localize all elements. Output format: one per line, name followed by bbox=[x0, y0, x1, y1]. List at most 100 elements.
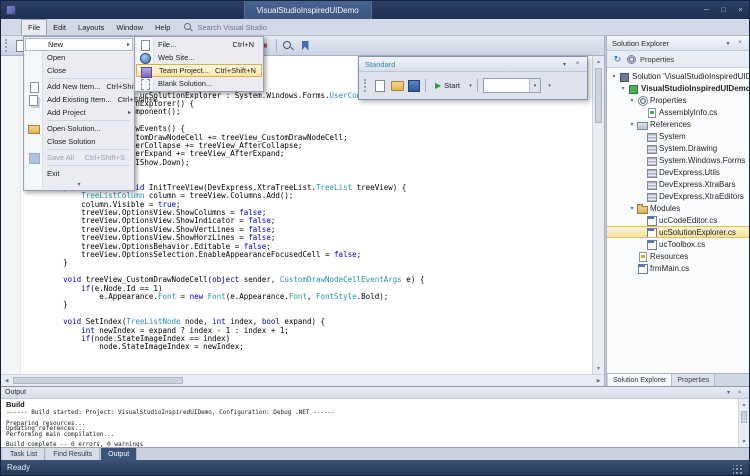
close-button[interactable]: × bbox=[732, 1, 749, 19]
properties-gear-icon[interactable] bbox=[627, 55, 636, 64]
output-close-icon[interactable]: × bbox=[734, 390, 745, 396]
tree-item-frmmain-cs[interactable]: frmMain.cs bbox=[607, 262, 749, 274]
editor-vertical-scrollbar[interactable]: ▲ ▼ bbox=[592, 56, 604, 374]
tree-item-label: System.Windows.Forms bbox=[659, 156, 745, 165]
file-menu-item-close-solution[interactable]: Close Solution bbox=[25, 135, 133, 148]
new-submenu-item-file[interactable]: File...Ctrl+N bbox=[136, 38, 262, 51]
bottom-tab-output[interactable]: Output bbox=[101, 448, 137, 460]
app-icon[interactable] bbox=[6, 5, 16, 15]
scroll-track[interactable] bbox=[593, 124, 604, 363]
properties-toolbar-label[interactable]: Properties bbox=[640, 55, 674, 64]
tree-item-visualstudioinspireduidemo[interactable]: ▾ VisualStudioInspiredUIDemo bbox=[607, 82, 749, 94]
vertical-scroll-thumb[interactable] bbox=[741, 411, 747, 423]
tree-item-devexpress-xtraeditors[interactable]: DevExpress.XtraEditors bbox=[607, 190, 749, 202]
code-line[interactable]: e.Appearance.Font = new Font(e.Appearanc… bbox=[27, 293, 592, 301]
tree-item-devexpress-xtrabars[interactable]: DevExpress.XtraBars bbox=[607, 178, 749, 190]
new-submenu-item-blank-solution[interactable]: Blank Solution... bbox=[136, 77, 262, 90]
form-file-icon bbox=[646, 228, 656, 237]
panel-close-icon[interactable]: × bbox=[734, 38, 746, 49]
scroll-left-icon[interactable]: ◀ bbox=[1, 375, 12, 386]
file-menu-item-open-solution[interactable]: Open Solution... bbox=[25, 122, 133, 135]
menubar-item-edit[interactable]: Edit bbox=[47, 19, 72, 35]
find-icon[interactable] bbox=[280, 38, 296, 54]
new-submenu-item-web-site[interactable]: Web Site... bbox=[136, 51, 262, 64]
tree-item-references[interactable]: ▾References bbox=[607, 118, 749, 130]
tree-item-uccodeeditor-cs[interactable]: ucCodeEditor.cs bbox=[607, 214, 749, 226]
tree-item-system-drawing[interactable]: System.Drawing bbox=[607, 142, 749, 154]
menubar-item-help[interactable]: Help bbox=[149, 19, 176, 35]
scroll-down-icon[interactable]: ▼ bbox=[593, 363, 604, 374]
tree-item-resources[interactable]: Resources bbox=[607, 250, 749, 262]
bottom-tab-find-results[interactable]: Find Results bbox=[46, 448, 100, 460]
panel-tab-properties[interactable]: Properties bbox=[672, 374, 715, 386]
panel-tab-solution-explorer[interactable]: Solution Explorer bbox=[608, 374, 672, 386]
file-menu-item-new[interactable]: New▸ bbox=[25, 38, 133, 51]
window-position-icon[interactable]: ▾ bbox=[722, 38, 734, 49]
code-line[interactable]: } bbox=[27, 301, 592, 309]
tree-item-devexpress-utils[interactable]: DevExpress.Utils bbox=[607, 166, 749, 178]
output-vertical-scrollbar[interactable]: ▲ ▼ bbox=[738, 399, 749, 447]
file-menu-item-add-new-item[interactable]: Add New Item...Ctrl+Shift+A bbox=[25, 80, 133, 93]
tree-item-system-windows-forms[interactable]: System.Windows.Forms bbox=[607, 154, 749, 166]
scroll-track[interactable] bbox=[184, 375, 593, 386]
file-menu-item-close[interactable]: Close bbox=[25, 64, 133, 77]
editor-horizontal-scrollbar[interactable]: ◀ ▶ bbox=[1, 374, 604, 386]
tree-item-label: System bbox=[659, 132, 686, 141]
new-submenu-item-team-project[interactable]: Team Project...Ctrl+Shift+N bbox=[136, 64, 262, 77]
vertical-scroll-thumb[interactable] bbox=[595, 68, 602, 123]
file-menu-item-open[interactable]: Open bbox=[25, 51, 133, 64]
scroll-up-icon[interactable]: ▲ bbox=[739, 399, 749, 410]
start-button[interactable]: ▶ Start bbox=[429, 77, 466, 95]
file-menu-item-add-existing-item[interactable]: Add Existing Item...Ctrl+Shift+B bbox=[25, 93, 133, 106]
search-box[interactable]: Search Visual Studio bbox=[184, 19, 267, 35]
code-line[interactable]: treeView.OptionsSelection.EnableAppearan… bbox=[27, 251, 592, 259]
tree-item-label: ucToolbox.cs bbox=[659, 240, 705, 249]
scroll-up-icon[interactable]: ▲ bbox=[593, 56, 604, 67]
output-title: Output bbox=[5, 389, 723, 396]
tree-item-assemblyinfo-cs[interactable]: AssemblyInfo.cs bbox=[607, 106, 749, 118]
toolbar-grip[interactable] bbox=[5, 39, 9, 52]
new-file-icon[interactable] bbox=[372, 78, 388, 94]
scroll-down-icon[interactable]: ▼ bbox=[739, 436, 749, 447]
code-line[interactable]: node.StateImageIndex = newIndex; bbox=[27, 343, 592, 351]
tree-item-modules[interactable]: ▾Modules bbox=[607, 202, 749, 214]
tree-item-uctoolbox-cs[interactable]: ucToolbox.cs bbox=[607, 238, 749, 250]
code-line[interactable]: } bbox=[27, 259, 592, 267]
toolbar-overflow-icon[interactable]: ▾ bbox=[546, 83, 553, 89]
toolbar-options-icon[interactable]: ▾ bbox=[558, 58, 571, 70]
tree-item-properties[interactable]: ▾Properties bbox=[607, 94, 749, 106]
menubar-item-window[interactable]: Window bbox=[110, 19, 149, 35]
standard-toolbar-titlebar[interactable]: Standard ▾ × bbox=[359, 57, 587, 72]
menubar-item-layouts[interactable]: Layouts bbox=[72, 19, 110, 35]
bookmark-icon[interactable] bbox=[297, 38, 313, 54]
output-dropdown-icon[interactable]: ▾ bbox=[723, 389, 734, 396]
scroll-right-icon[interactable]: ▶ bbox=[593, 375, 604, 386]
tree-item-label: VisualStudioInspiredUIDemo bbox=[641, 84, 749, 93]
refresh-icon[interactable]: ↻ bbox=[612, 53, 623, 65]
tree-expander-icon[interactable]: ▾ bbox=[628, 121, 636, 128]
horizontal-scroll-thumb[interactable] bbox=[13, 377, 183, 384]
tree-expander-icon[interactable]: ▾ bbox=[628, 97, 636, 104]
menubar-item-file[interactable]: File bbox=[21, 19, 47, 35]
output-text: Build ------ Build started: Project: Vis… bbox=[1, 399, 738, 447]
scroll-track[interactable] bbox=[739, 424, 749, 436]
open-folder-icon[interactable] bbox=[389, 78, 405, 94]
tree-item-system[interactable]: System bbox=[607, 130, 749, 142]
start-dropdown-icon[interactable]: ▾ bbox=[467, 83, 474, 89]
minimize-button[interactable]: ─ bbox=[698, 1, 715, 19]
toolbar-grip[interactable] bbox=[364, 79, 368, 92]
tree-expander-icon[interactable]: ▾ bbox=[619, 85, 627, 92]
toolbar-close-icon[interactable]: × bbox=[571, 58, 584, 70]
resize-grip[interactable] bbox=[733, 465, 743, 475]
save-icon[interactable] bbox=[406, 78, 422, 94]
file-menu-item-exit[interactable]: Exit bbox=[25, 167, 133, 180]
file-menu-item-add-project[interactable]: Add Project▸ bbox=[25, 106, 133, 119]
menu-expand-chevron[interactable]: ▾ bbox=[25, 180, 133, 189]
bottom-tab-task-list[interactable]: Task List bbox=[3, 448, 45, 460]
configuration-combobox[interactable]: ▾ bbox=[483, 78, 541, 93]
tree-item-solution-visualstudioinspireduidemo-1-project[interactable]: ▾Solution 'VisualStudioInspiredUIDemo' (… bbox=[607, 70, 749, 82]
tree-item-ucsolutionexplorer-cs[interactable]: ucSolutionExplorer.cs bbox=[607, 226, 749, 238]
tree-expander-icon[interactable]: ▾ bbox=[628, 205, 636, 212]
tree-expander-icon[interactable]: ▾ bbox=[610, 73, 618, 80]
maximize-button[interactable]: □ bbox=[715, 1, 732, 19]
